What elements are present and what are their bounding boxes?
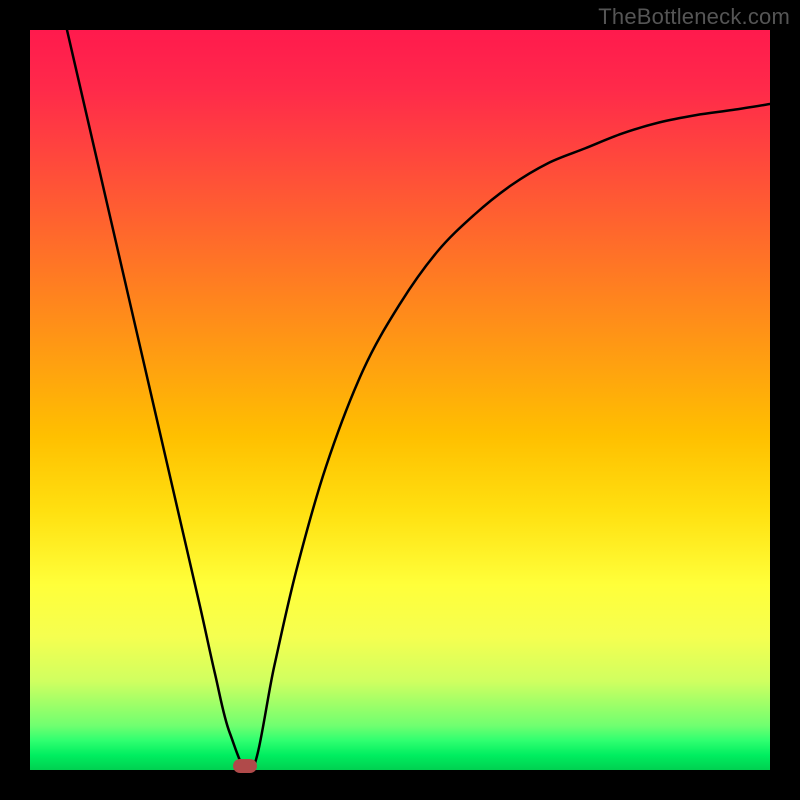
- minimum-marker: [233, 759, 257, 773]
- curve-svg: [30, 30, 770, 770]
- plot-area: [30, 30, 770, 770]
- watermark-text: TheBottleneck.com: [598, 4, 790, 30]
- bottleneck-curve: [67, 30, 770, 770]
